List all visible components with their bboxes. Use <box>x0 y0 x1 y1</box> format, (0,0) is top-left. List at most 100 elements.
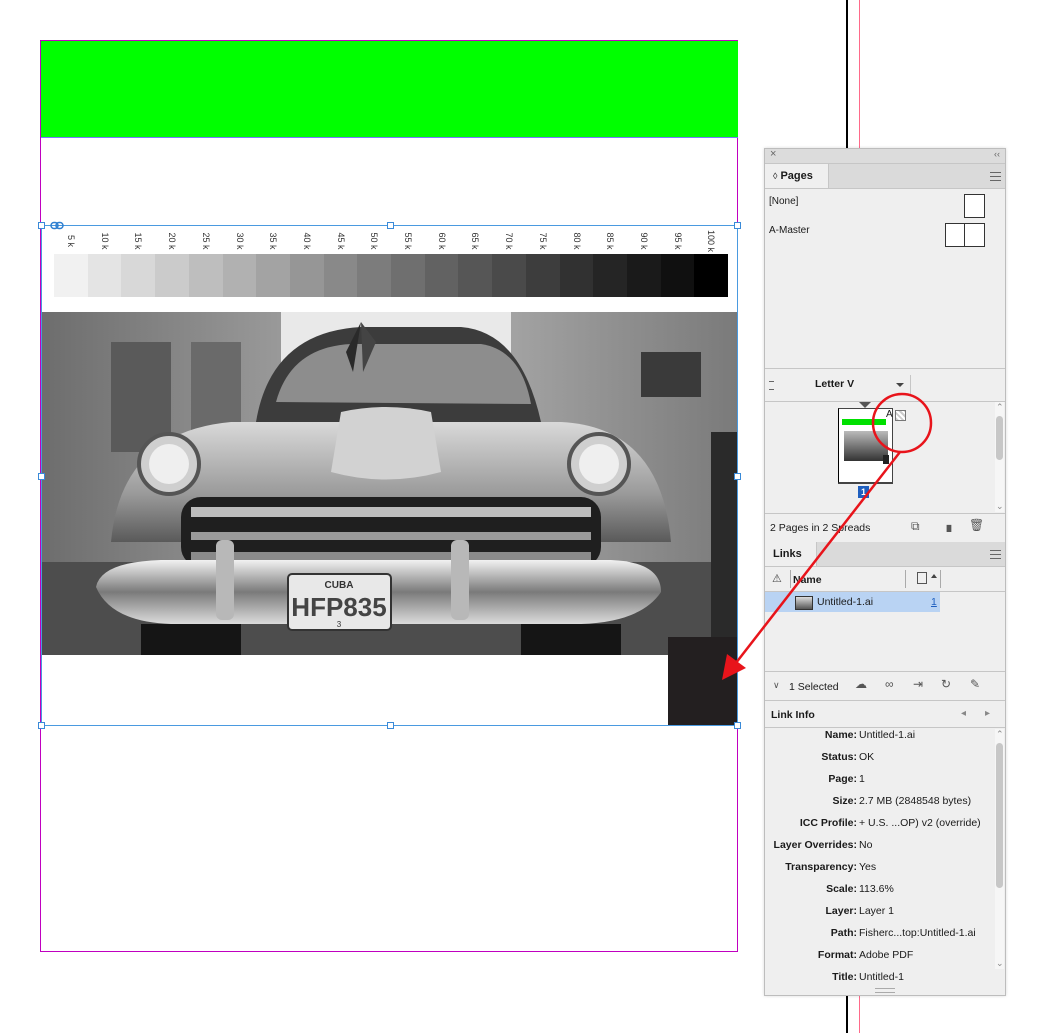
links-tabbar: Links <box>765 542 1005 567</box>
page-size-grip-icon <box>769 381 774 390</box>
scroll-up-icon[interactable]: ⌃ <box>996 729 1004 740</box>
link-info-value: OK <box>859 751 875 763</box>
tab-pages[interactable]: ◊ Pages <box>765 164 829 188</box>
selected-graphic-frame[interactable] <box>38 221 741 729</box>
link-info-value: Adobe PDF <box>859 949 914 961</box>
green-rectangle[interactable] <box>41 41 738 138</box>
link-info-value: Fisherc...top:Untitled-1.ai <box>859 927 976 939</box>
tab-links-label: Links <box>773 548 802 560</box>
link-info-value: 1 <box>859 773 865 785</box>
pages-status-bar: 2 Pages in 2 Spreads ⧉ ▗ 🗑 <box>765 514 1005 540</box>
link-info-key: Scale: <box>826 883 857 895</box>
chevron-down-icon <box>896 383 904 387</box>
link-chain-icon[interactable] <box>50 221 64 230</box>
page-size-label: Letter V <box>815 378 855 390</box>
previous-link-icon[interactable]: ◂ <box>961 708 966 719</box>
close-icon[interactable]: × <box>770 148 776 160</box>
page-master-letter: A <box>886 409 893 420</box>
collapse-icon[interactable]: ‹‹ <box>994 149 1000 159</box>
link-info-value: 2.7 MB (2848548 bytes) <box>859 795 972 807</box>
sort-up-icon[interactable] <box>931 574 937 578</box>
edit-page-size-icon[interactable]: ⧉ <box>911 519 920 534</box>
link-info-row: ICC Profile: + U.S. ...OP) v2 (override) <box>765 817 993 839</box>
frame-handle-top-left[interactable] <box>38 222 45 229</box>
scroll-down-icon[interactable]: ⌄ <box>996 501 1004 512</box>
relink-icon[interactable]: ∞ <box>885 677 894 691</box>
link-page-number[interactable]: 1 <box>931 596 937 608</box>
link-file-name: Untitled-1.ai <box>817 596 874 608</box>
master-a-label[interactable]: A-Master <box>769 225 810 236</box>
link-info-value: No <box>859 839 873 851</box>
master-none-label[interactable]: [None] <box>769 196 798 207</box>
spread-bottom-line <box>838 483 893 484</box>
link-info-row: Status: OK <box>765 751 993 773</box>
go-to-link-icon[interactable]: ⇥ <box>913 677 923 691</box>
master-none-thumbnail[interactable] <box>964 194 985 218</box>
page-column-icon[interactable] <box>917 572 927 584</box>
link-info-key: Name: <box>824 729 857 741</box>
master-a-thumbnail[interactable] <box>945 223 985 247</box>
frame-handle-top-center[interactable] <box>387 222 394 229</box>
link-info-header[interactable]: Link Info ◂ ▸ <box>765 701 1005 727</box>
link-info-key: Layer Overrides: <box>773 839 857 851</box>
link-info-row: Layer Overrides: No <box>765 839 993 861</box>
pages-panel-menu-icon[interactable] <box>990 172 1001 181</box>
page-thumbnails-area: A 1 <box>765 402 995 512</box>
green-rectangle-bottom-edge <box>41 137 738 138</box>
link-info-key: Transparency: <box>785 861 857 873</box>
panel-resize-grip[interactable] <box>875 988 895 993</box>
frame-handle-top-right[interactable] <box>734 222 741 229</box>
link-info-row: Format: Adobe PDF <box>765 949 993 971</box>
page-size-dropdown[interactable]: Letter V <box>805 375 911 395</box>
link-info-key: Path: <box>830 927 857 939</box>
tab-pages-label: Pages <box>780 170 813 182</box>
edit-original-icon[interactable]: ✎ <box>970 677 980 691</box>
page-number-badge[interactable]: 1 <box>858 486 869 498</box>
link-info-key: Format: <box>817 949 857 961</box>
scroll-up-icon[interactable]: ⌃ <box>996 402 1004 413</box>
chevron-down-icon[interactable]: ∨ <box>773 680 780 691</box>
links-toolbar: ∨ 1 Selected ☁ ∞ ⇥ ↻ ✎ <box>765 672 1005 700</box>
link-info-row: Scale: 113.6% <box>765 883 993 905</box>
pages-status-text: 2 Pages in 2 Spreads <box>770 522 871 534</box>
update-link-icon[interactable]: ↻ <box>941 677 951 691</box>
tab-links[interactable]: Links <box>765 542 817 566</box>
links-column-header: ⚠ Name <box>765 567 1005 592</box>
scroll-down-icon[interactable]: ⌄ <box>996 958 1004 969</box>
pages-scrollbar[interactable]: ⌃ ⌄ <box>995 402 1004 512</box>
frame-handle-middle-right[interactable] <box>734 473 741 480</box>
frame-handle-bottom-left[interactable] <box>38 722 45 729</box>
link-info-key: Size: <box>832 795 857 807</box>
link-info-key: ICC Profile: <box>799 817 857 829</box>
page-1-thumbnail[interactable] <box>838 408 893 483</box>
new-page-icon[interactable]: ▗ <box>942 518 951 532</box>
link-info-row: Name: Untitled-1.ai <box>765 729 993 751</box>
panel-title-strip[interactable]: × ‹‹ <box>765 148 1005 164</box>
cloud-link-icon[interactable]: ☁ <box>855 677 867 691</box>
link-info-row: Layer: Layer 1 <box>765 905 993 927</box>
link-info-row: Transparency: Yes <box>765 861 993 883</box>
next-link-icon[interactable]: ▸ <box>985 708 990 719</box>
link-info-value: Untitled-1.ai <box>859 729 916 741</box>
link-info-key: Layer: <box>825 905 857 917</box>
link-info-key: Status: <box>821 751 857 763</box>
links-panel-menu-icon[interactable] <box>990 550 1001 559</box>
pages-tabbar: ◊ Pages <box>765 164 1005 189</box>
link-info-value: 113.6% <box>859 883 894 895</box>
frame-handle-bottom-right[interactable] <box>734 722 741 729</box>
link-info-value: + U.S. ...OP) v2 (override) <box>859 817 981 829</box>
link-info-row: Title: Untitled-1 <box>765 971 993 989</box>
link-info-row: Path: Fisherc...top:Untitled-1.ai <box>765 927 993 949</box>
link-info-value: Layer 1 <box>859 905 895 917</box>
frame-handle-bottom-center[interactable] <box>387 722 394 729</box>
frame-handle-middle-left[interactable] <box>38 473 45 480</box>
link-info-list: Name: Untitled-1.ai Status: OK Page: 1 Size: 2.… <box>765 729 995 989</box>
link-info-key: Page: <box>828 773 857 785</box>
link-row-untitled[interactable]: Untitled-1.ai 1 <box>765 592 940 612</box>
links-name-column-header[interactable]: Name <box>793 574 822 586</box>
link-info-value: Untitled-1 <box>859 971 904 983</box>
link-info-scrollbar[interactable]: ⌃ ⌄ <box>995 729 1004 969</box>
page-size-bar: Letter V <box>765 369 1005 401</box>
file-thumbnail-icon <box>795 596 813 610</box>
delete-page-icon[interactable]: 🗑 <box>969 518 984 532</box>
